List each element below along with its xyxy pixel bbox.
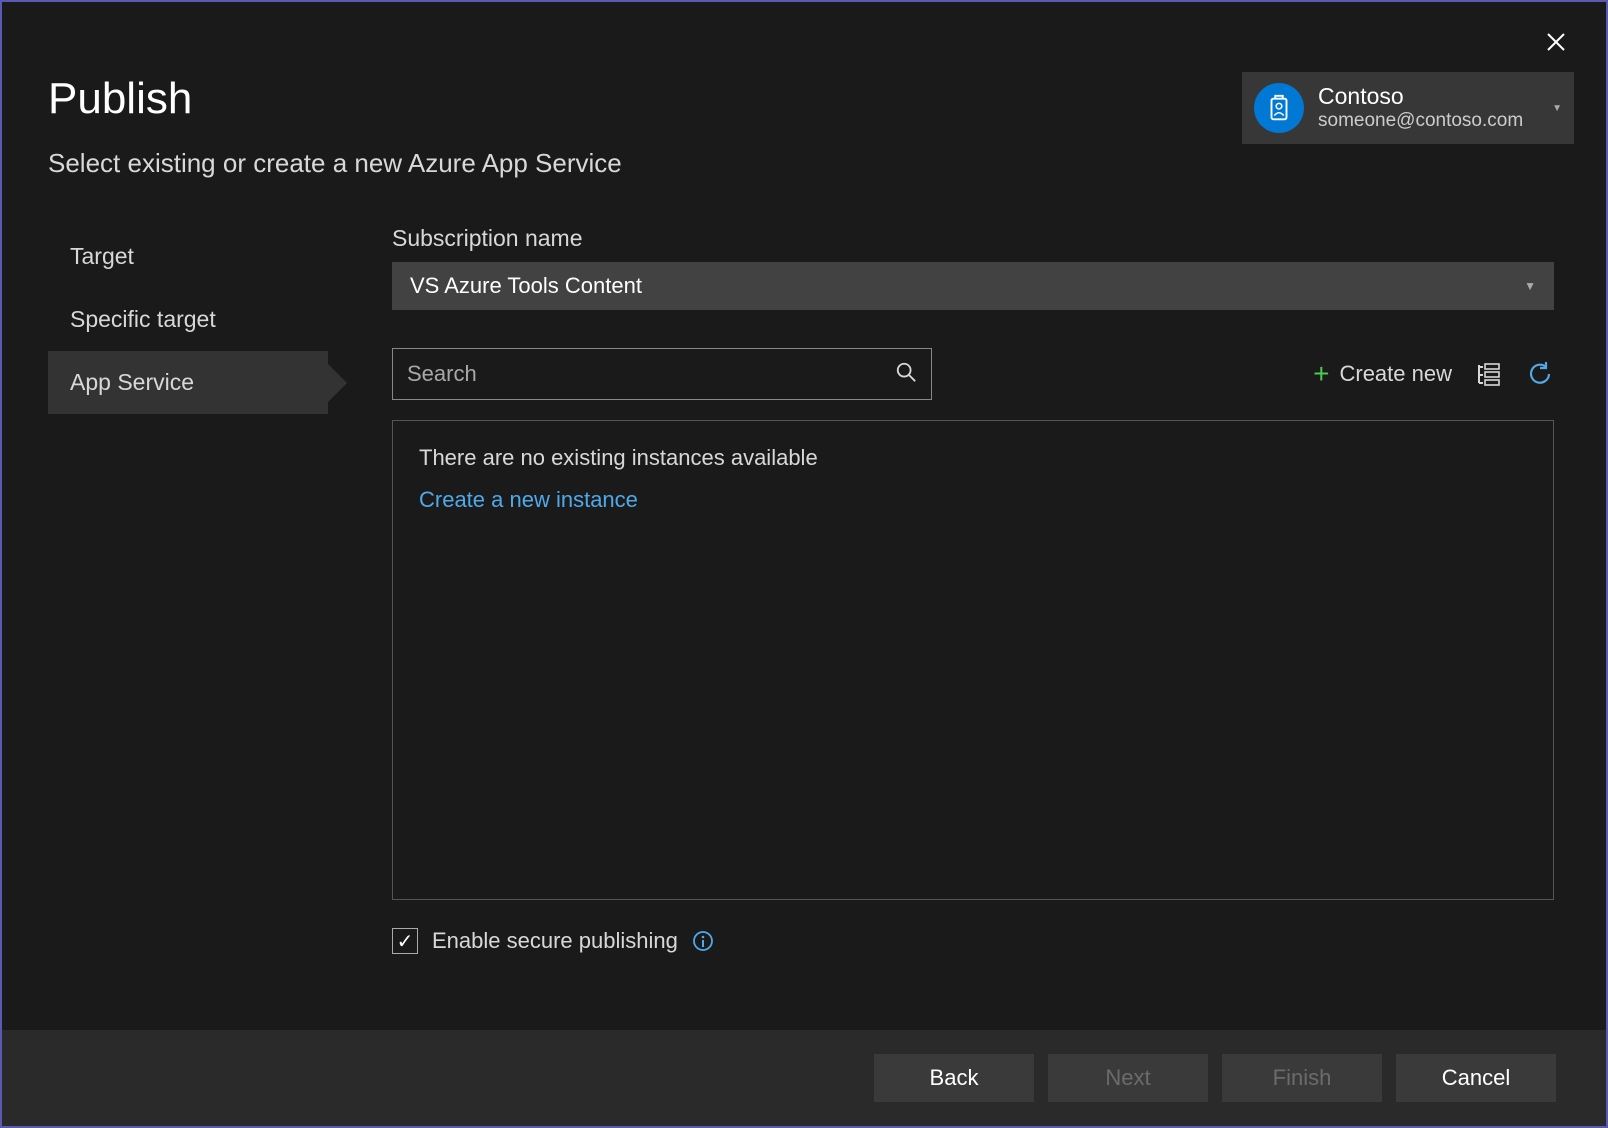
account-name: Contoso (1318, 83, 1546, 111)
subscription-value: VS Azure Tools Content (410, 273, 642, 299)
plus-icon: + (1313, 358, 1329, 390)
refresh-icon (1526, 360, 1554, 388)
search-icon (895, 361, 917, 388)
chevron-down-icon: ▼ (1524, 279, 1536, 293)
close-icon (1547, 33, 1565, 51)
search-input[interactable] (407, 361, 895, 387)
create-instance-link[interactable]: Create a new instance (419, 487, 1527, 513)
secure-publishing-checkbox[interactable]: ✓ (392, 928, 418, 954)
instance-panel: There are no existing instances availabl… (392, 420, 1554, 900)
account-picker[interactable]: Contoso someone@contoso.com ▼ (1242, 72, 1574, 144)
create-new-label: Create new (1339, 361, 1452, 387)
subscription-label: Subscription name (392, 225, 1554, 252)
page-subtitle: Select existing or create a new Azure Ap… (48, 148, 1606, 179)
sidebar-item-label: Target (70, 243, 134, 269)
refresh-button[interactable] (1526, 360, 1554, 388)
sidebar-item-label: Specific target (70, 306, 216, 332)
create-new-button[interactable]: + Create new (1313, 358, 1452, 390)
view-toggle-button[interactable] (1476, 361, 1502, 387)
info-icon (692, 930, 714, 952)
next-button[interactable]: Next (1048, 1054, 1208, 1102)
badge-icon (1264, 93, 1294, 123)
account-avatar (1254, 83, 1304, 133)
secure-publishing-label: Enable secure publishing (432, 928, 678, 954)
footer: Back Next Finish Cancel (2, 1030, 1606, 1126)
chevron-down-icon: ▼ (1552, 103, 1562, 114)
sidebar-item-specific-target[interactable]: Specific target (48, 288, 328, 351)
subscription-dropdown[interactable]: VS Azure Tools Content ▼ (392, 262, 1554, 310)
empty-instance-message: There are no existing instances availabl… (419, 445, 1527, 471)
sidebar: Target Specific target App Service (48, 225, 328, 954)
finish-button[interactable]: Finish (1222, 1054, 1382, 1102)
back-button[interactable]: Back (874, 1054, 1034, 1102)
close-button[interactable] (1538, 24, 1574, 60)
search-box (392, 348, 932, 400)
list-tree-icon (1476, 361, 1502, 387)
account-text: Contoso someone@contoso.com (1318, 83, 1546, 133)
sidebar-item-label: App Service (70, 369, 194, 395)
info-button[interactable] (692, 930, 714, 952)
sidebar-item-app-service[interactable]: App Service (48, 351, 328, 414)
sidebar-item-target[interactable]: Target (48, 225, 328, 288)
cancel-button[interactable]: Cancel (1396, 1054, 1556, 1102)
account-email: someone@contoso.com (1318, 110, 1546, 133)
